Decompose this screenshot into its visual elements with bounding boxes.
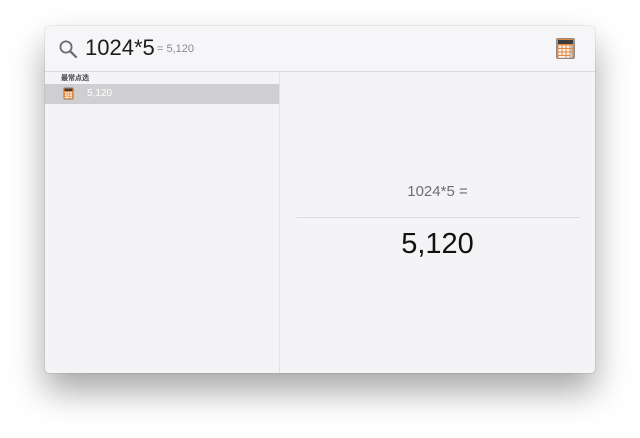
calculation-expression: 1024*5 = <box>407 183 468 200</box>
section-header: 最常点选 <box>61 75 89 82</box>
results-sidebar: 最常点选 5,120 <box>45 72 280 373</box>
list-item-label: 5,120 <box>87 88 113 99</box>
search-icon <box>59 40 78 59</box>
calculator-icon <box>63 87 74 100</box>
preview-pane: 1024*5 = 5,120 <box>280 72 595 373</box>
desktop-background: 1024*5 = 5,120 最常点选 5,120 1024*5 = 5,120 <box>0 0 640 438</box>
calculator-icon[interactable] <box>555 37 576 60</box>
list-item[interactable]: 5,120 <box>45 84 279 104</box>
search-bar[interactable]: 1024*5 = 5,120 <box>45 26 595 72</box>
calculation-result: 5,120 <box>401 228 474 260</box>
inline-result: = 5,120 <box>157 43 195 55</box>
spotlight-window: 1024*5 = 5,120 最常点选 5,120 1024*5 = 5,120 <box>45 26 595 373</box>
search-input[interactable]: 1024*5 <box>85 35 155 61</box>
divider <box>297 217 580 218</box>
